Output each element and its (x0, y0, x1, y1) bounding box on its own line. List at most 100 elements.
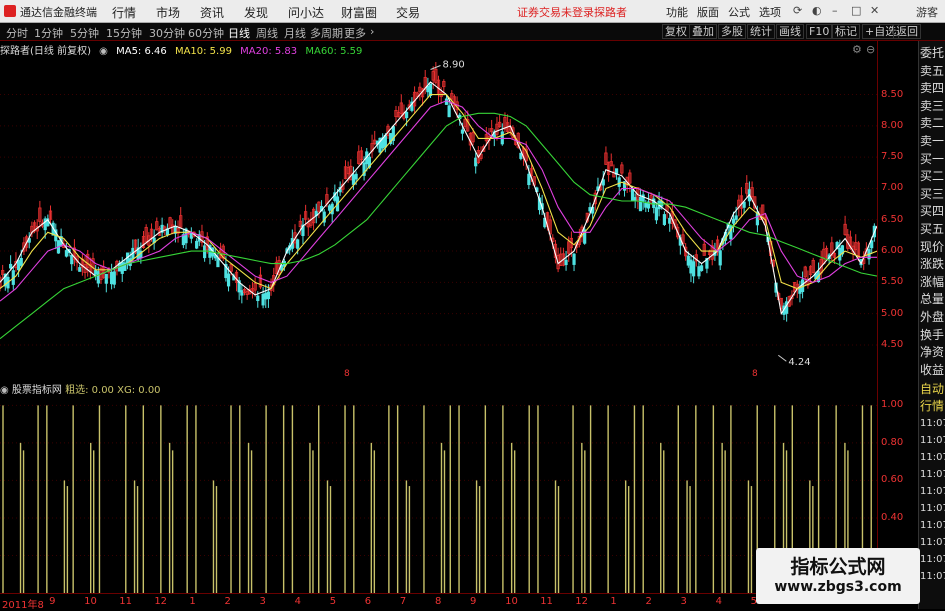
candle-body (572, 253, 576, 265)
period-1min[interactable]: 1分钟 (34, 25, 63, 41)
side-panel-item[interactable]: 买二 (920, 168, 945, 185)
candle-body (633, 197, 637, 202)
chevron-right-icon[interactable]: › (370, 25, 374, 38)
side-panel-item[interactable]: 现价 (920, 239, 945, 256)
side-panel-item[interactable]: 总量 (920, 291, 945, 308)
period-monthly[interactable]: 月线 (284, 25, 306, 41)
candle-body (460, 129, 465, 134)
side-panel-item[interactable]: 收益 (920, 362, 945, 379)
side-panel-item[interactable]: 买三 (920, 186, 945, 203)
side-panel-item[interactable]: 涨幅 (920, 274, 945, 291)
menu-item-discover[interactable]: 发现 (244, 4, 268, 21)
period-15min[interactable]: 15分钟 (106, 25, 142, 41)
period-multi[interactable]: 多周期 (310, 25, 343, 41)
period-tick[interactable]: 分时 (6, 25, 28, 41)
price-axis-label: 5.00 (881, 307, 904, 319)
ma-line-ma20 (0, 100, 877, 302)
candle-body (240, 290, 244, 296)
side-panel-item[interactable]: 换手 (920, 327, 945, 344)
adjust-button[interactable]: 复权 (662, 24, 690, 39)
collapse-icon[interactable]: ⊖ (866, 43, 875, 56)
tick-time: 11:07 (920, 520, 945, 532)
tick-time: 11:07 (920, 554, 945, 566)
ma-line-ma60 (0, 112, 877, 340)
back-button[interactable]: 返回 (893, 24, 921, 39)
side-panel-item[interactable]: 委托 (920, 45, 945, 62)
menu-item-ask[interactable]: 问小达 (288, 4, 324, 21)
period-30min[interactable]: 30分钟 (149, 25, 185, 41)
indicator-chart[interactable] (0, 380, 877, 593)
app-logo-icon (4, 5, 16, 17)
indicator-axis-label: 0.40 (881, 511, 904, 523)
candle-body (96, 271, 100, 284)
statistics-button[interactable]: 统计 (747, 24, 775, 39)
side-panel-item[interactable]: 卖四 (920, 80, 945, 97)
kline-chart[interactable]: 8.90 4.24 8 8 (0, 41, 877, 378)
ma5-value: MA5: 6.46 (116, 46, 167, 57)
menu-function[interactable]: 功能 (666, 4, 688, 20)
refresh-icon[interactable]: ⟳ (793, 4, 802, 17)
date-axis-label: 6 (364, 596, 372, 607)
period-more[interactable]: 更多 (344, 25, 366, 41)
candle-body (734, 215, 738, 220)
period-daily[interactable]: 日线 (228, 25, 250, 41)
period-60min[interactable]: 60分钟 (188, 25, 224, 41)
side-panel-item[interactable]: 涨跌 (920, 256, 945, 273)
candle-body (527, 173, 531, 186)
period-weekly[interactable]: 周线 (256, 25, 278, 41)
side-panel-item[interactable]: 卖三 (920, 98, 945, 115)
skin-icon[interactable]: ◐ (812, 4, 822, 17)
period-5min[interactable]: 5分钟 (70, 25, 99, 41)
menu-layout[interactable]: 版面 (697, 4, 719, 20)
candle-body (266, 291, 271, 300)
side-panel-item[interactable]: 卖一 (920, 133, 945, 150)
menu-item-wealth[interactable]: 财富圈 (341, 4, 377, 21)
menu-item-trade[interactable]: 交易 (396, 4, 420, 21)
candle-body (644, 202, 648, 208)
mark-button[interactable]: 标记 (832, 24, 860, 39)
auto-refresh-toggle[interactable]: 自动 (920, 381, 945, 398)
side-panel-item[interactable]: 外盘 (920, 309, 945, 326)
settings-circle-icon[interactable]: ◉ (99, 46, 108, 57)
candle-body (351, 174, 356, 185)
menu-item-market[interactable]: 市场 (156, 4, 180, 21)
menu-options[interactable]: 选项 (759, 4, 781, 20)
f10-button[interactable]: F10 (806, 24, 833, 39)
ma-line-ma5 (0, 81, 877, 316)
multi-stock-button[interactable]: 多股 (718, 24, 746, 39)
candle-body (718, 250, 722, 266)
period-toolbar: 分时 1分钟 5分钟 15分钟 30分钟 60分钟 日线 周线 月线 多周期 更… (0, 23, 945, 41)
menu-formula[interactable]: 公式 (728, 4, 750, 20)
menu-item-news[interactable]: 资讯 (200, 4, 224, 21)
side-panel-item[interactable]: 卖五 (920, 63, 945, 80)
quote-tab[interactable]: 行情 (920, 398, 945, 415)
close-icon[interactable]: ✕ (870, 4, 879, 17)
event-marker: 8 (752, 369, 758, 378)
guest-label[interactable]: 游客 (916, 4, 938, 20)
side-panel-item[interactable]: 买一 (920, 151, 945, 168)
draw-line-button[interactable]: 画线 (776, 24, 804, 39)
watermark-url: www.zbgs3.com (774, 579, 902, 595)
ma-info-bar: 探路者(日线 前复权) ◉ MA5: 6.46 MA10: 5.99 MA20:… (0, 42, 367, 57)
side-panel-item[interactable]: 买五 (920, 221, 945, 238)
candle-body (474, 157, 478, 167)
candle-body (195, 240, 199, 249)
overlay-button[interactable]: 叠加 (689, 24, 717, 39)
current-stock-link[interactable]: 探路者 (594, 4, 627, 20)
minimize-icon[interactable]: – (832, 4, 838, 17)
side-panel-item[interactable]: 买四 (920, 203, 945, 220)
settings-gear-icon[interactable]: ⚙ (852, 43, 862, 56)
price-axis-label: 8.50 (881, 88, 904, 100)
indicator-settings-icon[interactable]: ◉ (0, 385, 9, 396)
side-panel-item[interactable]: 卖二 (920, 115, 945, 132)
candle-body (742, 201, 746, 208)
side-panel-item[interactable]: 净资 (920, 344, 945, 361)
menu-item-quotes[interactable]: 行情 (112, 4, 136, 21)
candle-body (17, 260, 21, 271)
date-axis-label: 1 (610, 596, 617, 607)
login-warning[interactable]: 证券交易未登录 (517, 4, 594, 20)
price-axis-label: 4.50 (881, 338, 904, 350)
tick-time: 11:07 (920, 418, 945, 430)
maximize-icon[interactable]: □ (851, 4, 861, 17)
ma10-value: MA10: 5.99 (174, 46, 232, 57)
